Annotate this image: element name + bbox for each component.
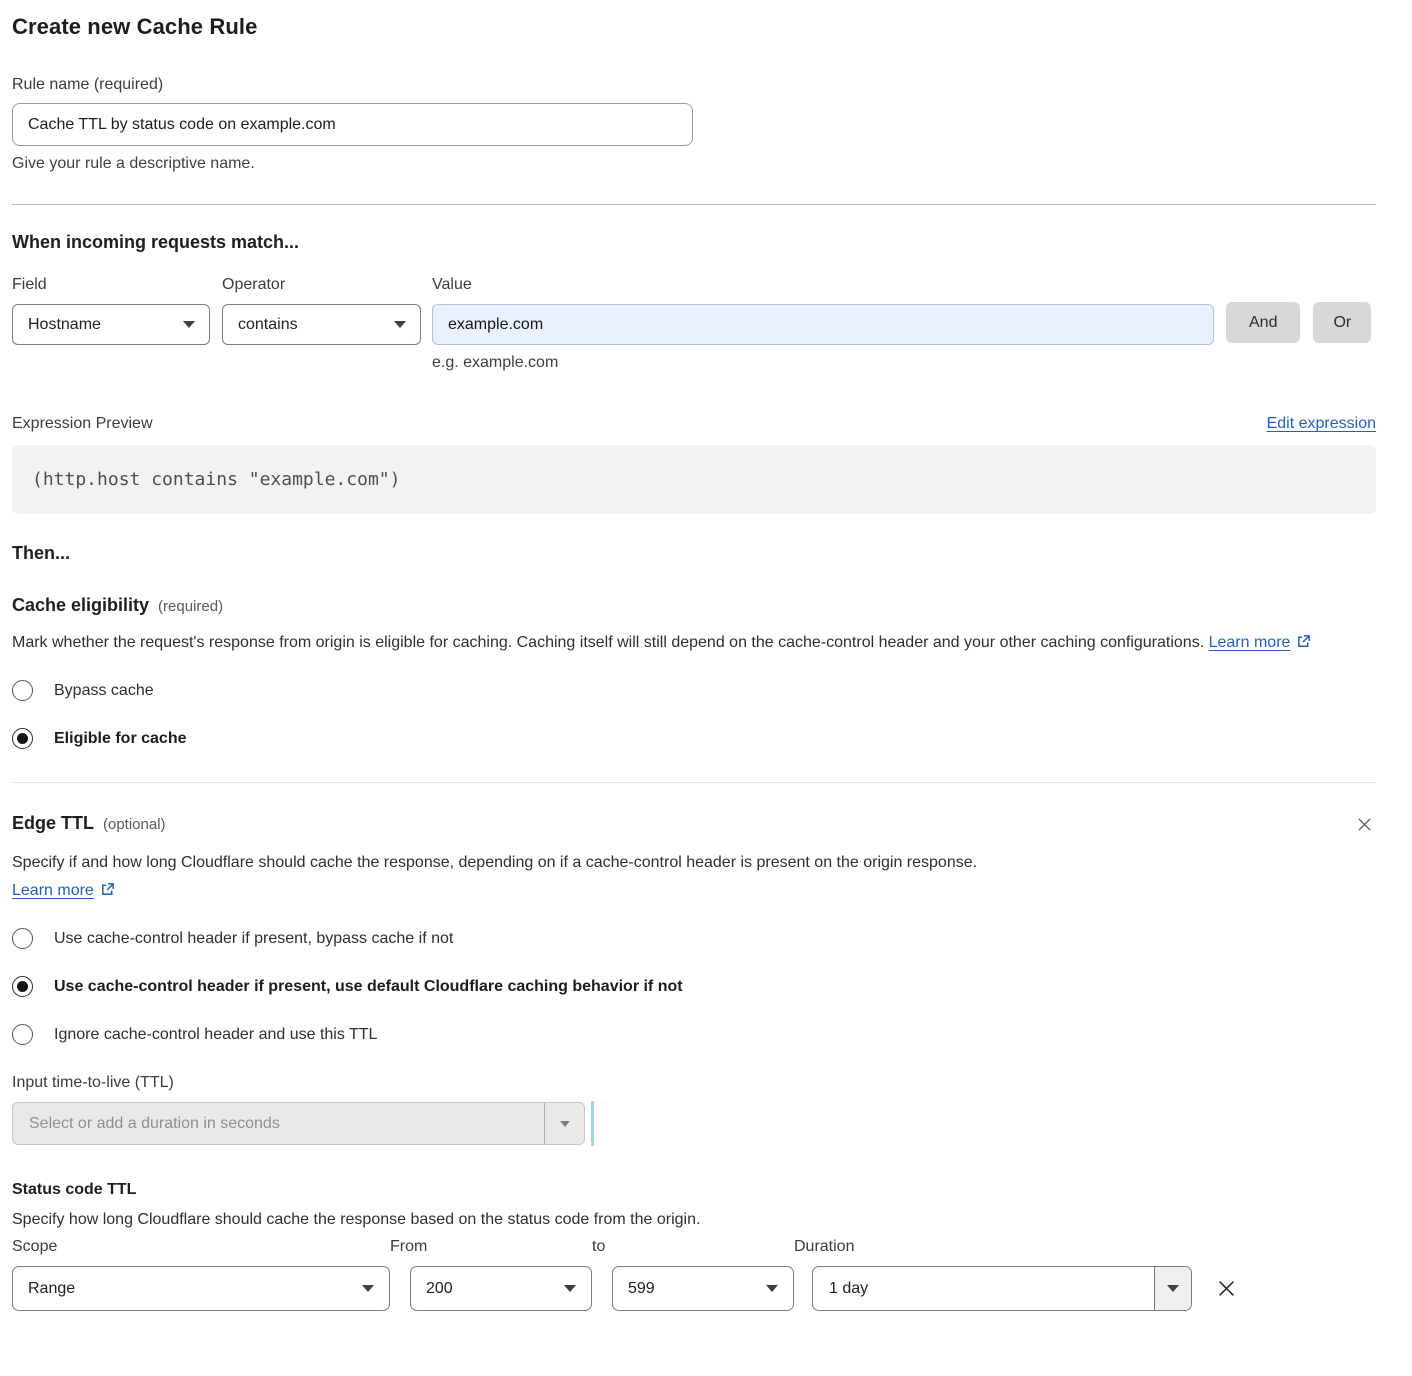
field-select-value: Hostname <box>28 316 101 334</box>
value-input[interactable] <box>432 304 1214 345</box>
radio-bypass-cache[interactable]: Bypass cache <box>12 680 1376 701</box>
radio-use-header-bypass-if-not[interactable]: Use cache-control header if present, byp… <box>12 928 1376 949</box>
chevron-down-icon <box>544 1103 584 1144</box>
rule-name-help: Give your rule a descriptive name. <box>12 155 1376 173</box>
x-delete-icon <box>1215 1277 1238 1300</box>
delete-status-code-row-button[interactable] <box>1213 1275 1240 1302</box>
or-button[interactable]: Or <box>1313 302 1371 343</box>
duration-label: Duration <box>794 1238 1192 1256</box>
chevron-down-icon <box>766 1285 778 1292</box>
chevron-down-icon <box>1167 1285 1179 1292</box>
divider <box>12 204 1376 205</box>
value-label: Value <box>432 276 1214 294</box>
operator-select[interactable]: contains <box>222 304 421 345</box>
radio-selected-icon <box>12 728 33 749</box>
cache-eligibility-title: Cache eligibility <box>12 595 149 616</box>
status-code-ttl-title: Status code TTL <box>12 1181 1376 1199</box>
edge-ttl-learn-more-link[interactable]: Learn more <box>12 882 115 899</box>
then-heading: Then... <box>12 543 1376 564</box>
status-code-ttl-row: Scope Range From 200 to 599 Duration 1 d… <box>12 1238 1376 1311</box>
edge-ttl-title: Edge TTL <box>12 813 94 834</box>
radio-ignore-header-use-ttl[interactable]: Ignore cache-control header and use this… <box>12 1024 1376 1045</box>
chevron-down-icon <box>362 1285 374 1292</box>
value-help: e.g. example.com <box>432 354 1214 372</box>
rule-name-input[interactable] <box>12 103 693 146</box>
divider <box>12 782 1376 783</box>
duration-value: 1 day <box>813 1267 1154 1310</box>
radio-use-header-default-if-not[interactable]: Use cache-control header if present, use… <box>12 976 1376 997</box>
chevron-down-icon <box>183 321 195 328</box>
rule-name-label: Rule name (required) <box>12 76 1376 94</box>
page-title: Create new Cache Rule <box>12 14 1376 40</box>
close-icon <box>1355 815 1374 834</box>
edge-ttl-close-button[interactable] <box>1353 813 1376 836</box>
radio-icon <box>12 680 33 701</box>
external-link-icon <box>100 882 115 897</box>
scope-select[interactable]: Range <box>12 1266 390 1311</box>
focus-caret-bar <box>591 1101 594 1146</box>
ttl-input-label: Input time-to-live (TTL) <box>12 1074 1376 1092</box>
to-select[interactable]: 599 <box>612 1266 794 1311</box>
cache-eligibility-required-tag: (required) <box>158 598 223 615</box>
expression-preview-label: Expression Preview <box>12 415 153 433</box>
expression-preview-code: (http.host contains "example.com") <box>12 445 1376 514</box>
chevron-down-icon <box>394 321 406 328</box>
scope-select-value: Range <box>28 1280 75 1298</box>
operator-label: Operator <box>222 276 421 294</box>
radio-selected-icon <box>12 976 33 997</box>
field-select[interactable]: Hostname <box>12 304 210 345</box>
edge-ttl-description: Specify if and how long Cloudflare shoul… <box>12 849 1052 905</box>
to-select-value: 599 <box>628 1280 655 1298</box>
ttl-select-placeholder: Select or add a duration in seconds <box>13 1103 544 1144</box>
to-label: to <box>592 1238 794 1256</box>
and-button[interactable]: And <box>1226 302 1300 343</box>
create-cache-rule-form: Create new Cache Rule Rule name (require… <box>0 0 1412 1335</box>
external-link-icon <box>1296 634 1311 649</box>
duration-dropdown-button[interactable] <box>1154 1267 1191 1310</box>
radio-icon <box>12 1024 33 1045</box>
cache-eligibility-description: Mark whether the request's response from… <box>12 629 1357 657</box>
status-code-ttl-description: Specify how long Cloudflare should cache… <box>12 1211 1376 1229</box>
from-select[interactable]: 200 <box>410 1266 592 1311</box>
from-label: From <box>390 1238 592 1256</box>
operator-select-value: contains <box>238 316 298 334</box>
match-section-heading: When incoming requests match... <box>12 232 1376 253</box>
edge-ttl-optional-tag: (optional) <box>103 816 166 833</box>
field-label: Field <box>12 276 210 294</box>
cache-eligibility-learn-more-link[interactable]: Learn more <box>1209 634 1312 651</box>
duration-combobox[interactable]: 1 day <box>812 1266 1192 1311</box>
edit-expression-link[interactable]: Edit expression <box>1267 415 1376 433</box>
from-select-value: 200 <box>426 1280 453 1298</box>
radio-icon <box>12 928 33 949</box>
match-condition-row: Field Hostname Operator contains Value e… <box>12 276 1376 372</box>
radio-eligible-for-cache[interactable]: Eligible for cache <box>12 728 1376 749</box>
scope-label: Scope <box>12 1238 390 1256</box>
chevron-down-icon <box>564 1285 576 1292</box>
ttl-duration-select-disabled: Select or add a duration in seconds <box>12 1102 585 1145</box>
